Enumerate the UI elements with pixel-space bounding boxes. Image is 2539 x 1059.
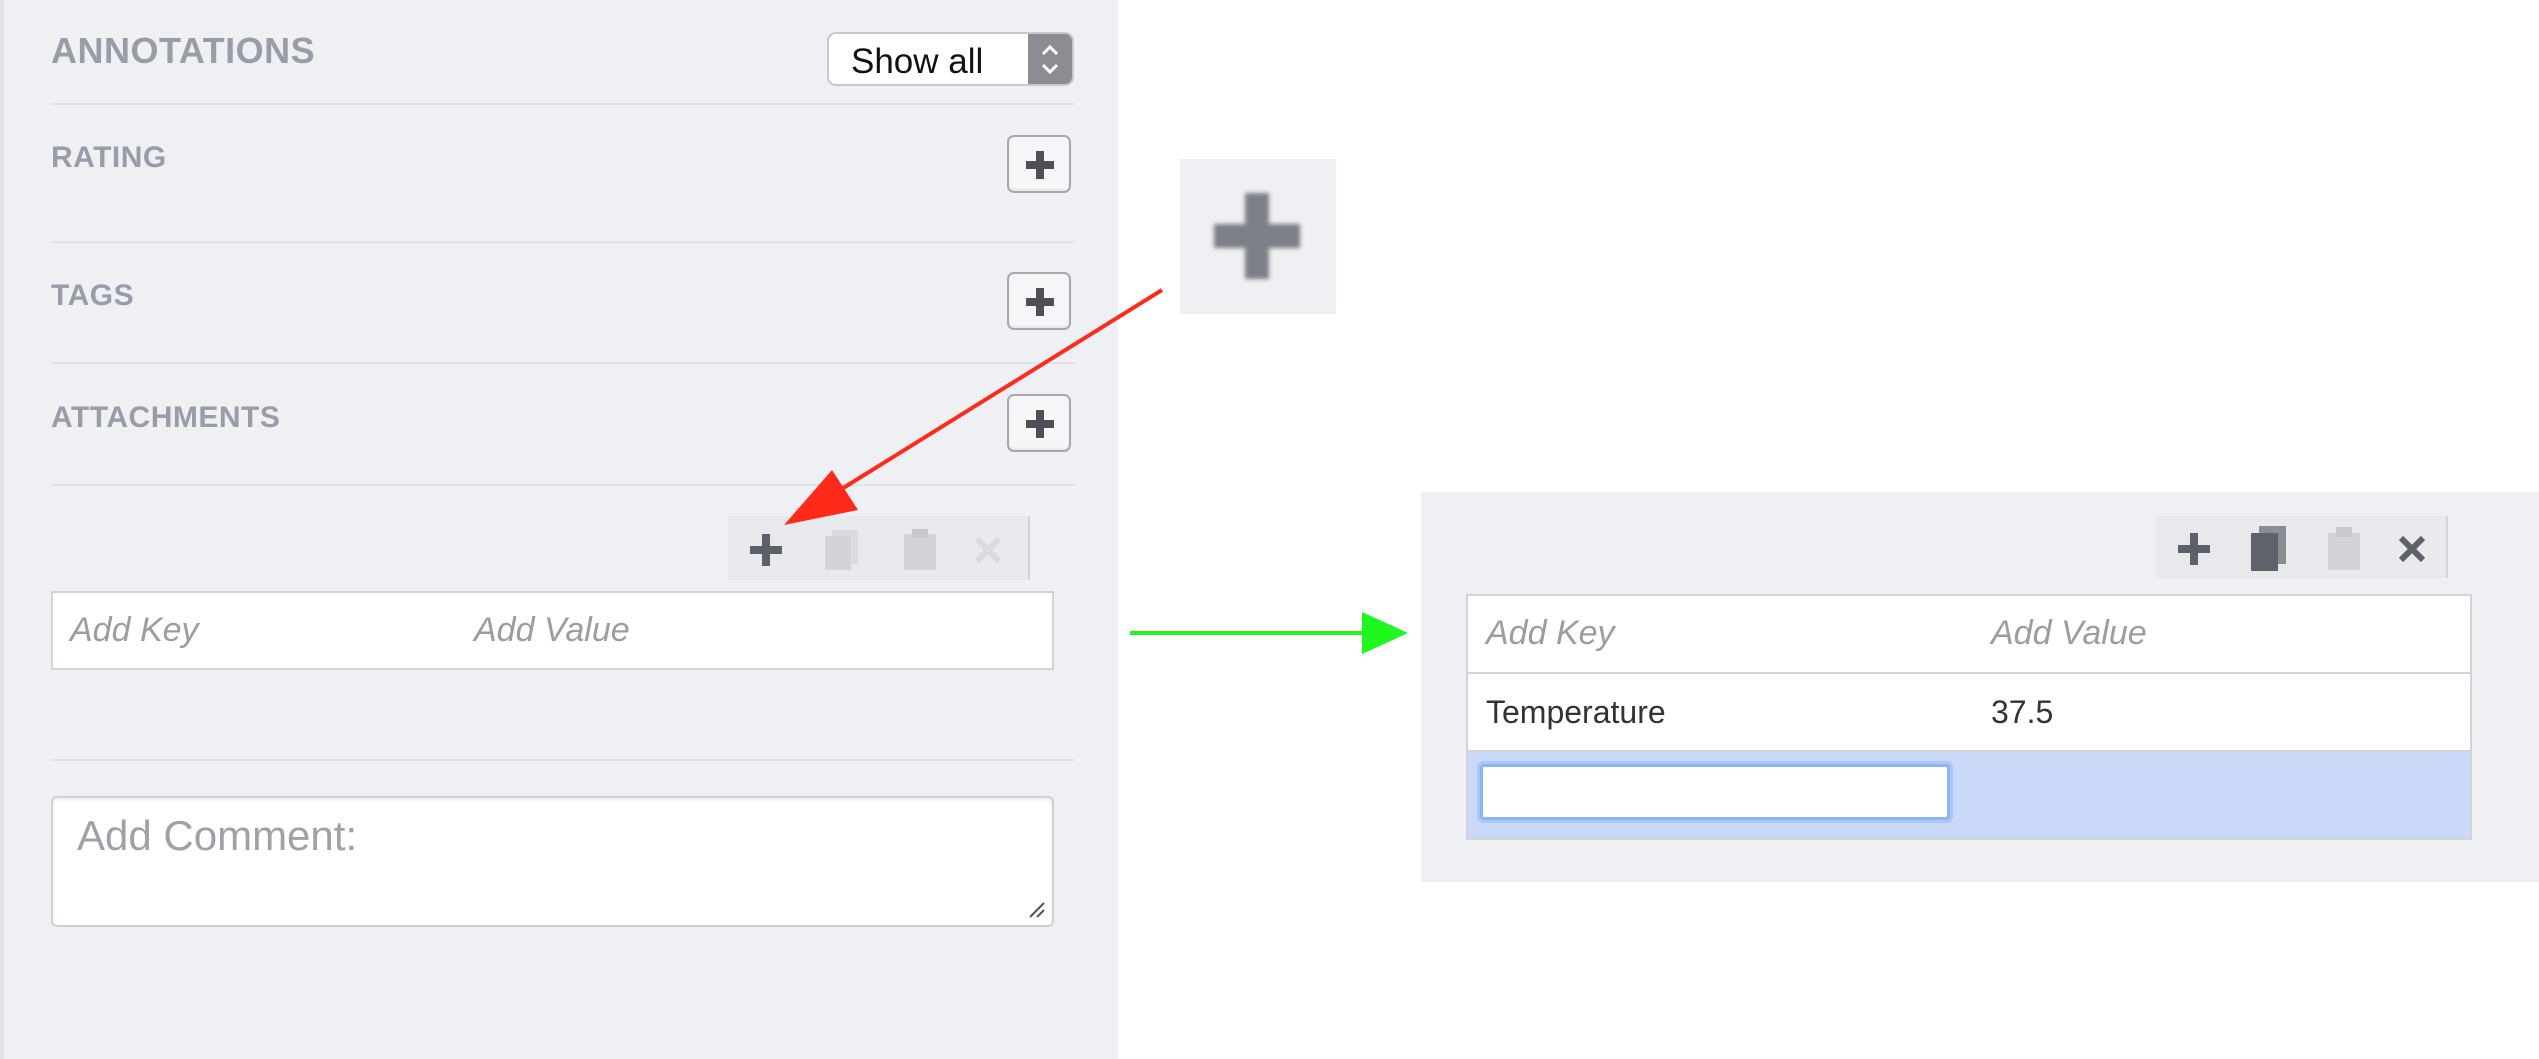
- add-value-field[interactable]: Add Value: [1991, 614, 2147, 653]
- result-panel: Add Key Add Value Temperature 37.5: [1421, 492, 2539, 882]
- paste-icon[interactable]: [2324, 524, 2364, 572]
- plus-icon[interactable]: [2176, 531, 2212, 567]
- table-header: Add Key Add Value: [1468, 596, 2470, 674]
- kv-toolbar: [2156, 516, 2448, 578]
- close-icon[interactable]: [2396, 533, 2428, 565]
- row-value: 37.5: [1991, 694, 2054, 730]
- table-row[interactable]: Temperature 37.5: [1468, 674, 2470, 752]
- new-key-input[interactable]: [1480, 764, 1950, 820]
- kv-table: Add Key Add Value Temperature 37.5: [1466, 594, 2472, 840]
- table-row-selected[interactable]: [1468, 752, 2470, 838]
- row-key: Temperature: [1486, 694, 1666, 730]
- copy-icon[interactable]: [2248, 524, 2290, 574]
- add-key-field[interactable]: Add Key: [1486, 614, 1615, 653]
- green-arrowhead: [1362, 612, 1408, 654]
